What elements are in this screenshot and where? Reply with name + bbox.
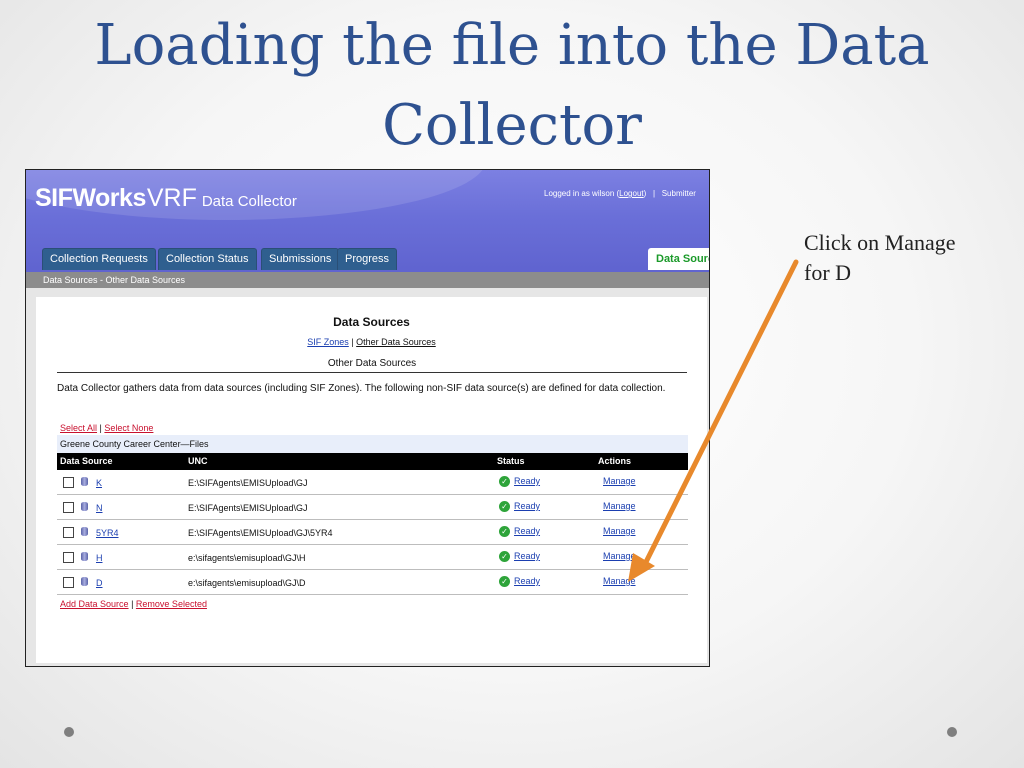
table-row: H e:\sifagents\emisupload\GJ\H ✓ Ready M… bbox=[57, 545, 688, 570]
user-bar: Logged in as wilson (Logout) | Submitter bbox=[544, 189, 696, 198]
app-header: SIFWorksVRF Data Collector Logged in as w… bbox=[26, 170, 709, 274]
database-icon bbox=[81, 552, 88, 561]
user-suffix: ) bbox=[643, 189, 647, 198]
slide-dot-right bbox=[947, 727, 957, 737]
tab-submissions[interactable]: Submissions bbox=[261, 248, 340, 270]
column-unc: UNC bbox=[188, 456, 208, 466]
column-data-source: Data Source bbox=[60, 456, 113, 466]
app-logo: SIFWorksVRF Data Collector bbox=[35, 184, 297, 213]
check-icon: ✓ bbox=[499, 501, 510, 512]
select-links: Select All | Select None bbox=[60, 423, 153, 433]
source-name-link[interactable]: N bbox=[96, 503, 103, 513]
slide-title-line1: Loading the file into the Data bbox=[94, 13, 930, 78]
tab-progress[interactable]: Progress bbox=[337, 248, 398, 270]
slide-title: Loading the file into the Data Collector bbox=[40, 6, 984, 166]
user-bar-separator: | bbox=[652, 189, 656, 198]
check-icon: ✓ bbox=[499, 576, 510, 587]
check-icon: ✓ bbox=[499, 476, 510, 487]
table-row: 5YR4 E:\SIFAgents\EMISUpload\GJ\5YR4 ✓ R… bbox=[57, 520, 688, 545]
page-description: Data Collector gathers data from data so… bbox=[57, 383, 666, 394]
row-checkbox[interactable] bbox=[63, 527, 74, 538]
remove-selected-link[interactable]: Remove Selected bbox=[136, 599, 207, 609]
submitter-link[interactable]: Submitter bbox=[662, 189, 696, 198]
source-name-link[interactable]: D bbox=[96, 578, 103, 588]
breadcrumb-text: Data Sources - Other Data Sources bbox=[43, 275, 186, 285]
select-none-link[interactable]: Select None bbox=[104, 423, 153, 433]
status-link[interactable]: Ready bbox=[514, 576, 540, 586]
database-icon bbox=[81, 577, 88, 586]
source-name-link[interactable]: H bbox=[96, 553, 103, 563]
database-icon bbox=[81, 477, 88, 486]
footer-separator: | bbox=[131, 599, 134, 609]
section-subtitle: Other Data Sources bbox=[57, 358, 687, 373]
database-icon bbox=[81, 502, 88, 511]
breadcrumb: Data Sources - Other Data Sources bbox=[26, 272, 709, 288]
table-row: D e:\sifagents\emisupload\GJ\D ✓ Ready M… bbox=[57, 570, 688, 595]
tab-collection-requests[interactable]: Collection Requests bbox=[42, 248, 156, 270]
row-checkbox[interactable] bbox=[63, 477, 74, 488]
links-separator: | bbox=[351, 337, 354, 347]
status-link[interactable]: Ready bbox=[514, 501, 540, 511]
logo-suffix: VRF bbox=[146, 184, 197, 212]
callout-line1: Click on Manage bbox=[804, 230, 956, 255]
table-row: K E:\SIFAgents\EMISUpload\GJ ✓ Ready Man… bbox=[57, 470, 688, 495]
main-content: Data Sources SIF Zones | Other Data Sour… bbox=[36, 297, 707, 663]
add-data-source-link[interactable]: Add Data Source bbox=[60, 599, 129, 609]
group-header: Greene County Career Center—Files bbox=[57, 435, 688, 453]
app-screenshot: SIFWorksVRF Data Collector Logged in as w… bbox=[25, 169, 710, 667]
callout-line2: for D bbox=[804, 260, 852, 285]
column-status: Status bbox=[497, 456, 525, 466]
tab-collection-status[interactable]: Collection Status bbox=[158, 248, 257, 270]
logo-brand: SIFWorks bbox=[35, 184, 146, 212]
source-unc: E:\SIFAgents\EMISUpload\GJ\5YR4 bbox=[188, 528, 333, 538]
row-checkbox[interactable] bbox=[63, 502, 74, 513]
status-link[interactable]: Ready bbox=[514, 551, 540, 561]
select-all-link[interactable]: Select All bbox=[60, 423, 97, 433]
manage-link[interactable]: Manage bbox=[603, 476, 636, 486]
status-link[interactable]: Ready bbox=[514, 526, 540, 536]
manage-link[interactable]: Manage bbox=[603, 551, 636, 561]
page-title: Data Sources bbox=[333, 315, 410, 329]
table-actions: Add Data Source | Remove Selected bbox=[60, 599, 207, 609]
source-unc: e:\sifagents\emisupload\GJ\D bbox=[188, 578, 306, 588]
logout-link[interactable]: Logout bbox=[619, 189, 643, 198]
tab-data-sources[interactable]: Data Sources bbox=[648, 248, 709, 270]
row-checkbox[interactable] bbox=[63, 577, 74, 588]
source-name-link[interactable]: K bbox=[96, 478, 102, 488]
slide-dot-left bbox=[64, 727, 74, 737]
table-header: Data Source UNC Status Actions bbox=[57, 453, 688, 470]
logo-app-name: Data Collector bbox=[201, 193, 297, 210]
user-prefix: Logged in as wilson ( bbox=[544, 189, 620, 198]
other-data-sources-link[interactable]: Other Data Sources bbox=[356, 337, 436, 347]
source-unc: e:\sifagents\emisupload\GJ\H bbox=[188, 553, 306, 563]
row-checkbox[interactable] bbox=[63, 552, 74, 563]
database-icon bbox=[81, 527, 88, 536]
slide-title-line2: Collector bbox=[382, 93, 642, 158]
table-row: N E:\SIFAgents\EMISUpload\GJ ✓ Ready Man… bbox=[57, 495, 688, 520]
source-unc: E:\SIFAgents\EMISUpload\GJ bbox=[188, 503, 308, 513]
sif-zones-link[interactable]: SIF Zones bbox=[307, 337, 349, 347]
column-actions: Actions bbox=[598, 456, 632, 466]
source-type-links: SIF Zones | Other Data Sources bbox=[36, 337, 707, 347]
check-icon: ✓ bbox=[499, 526, 510, 537]
status-link[interactable]: Ready bbox=[514, 476, 540, 486]
source-name-link[interactable]: 5YR4 bbox=[96, 528, 119, 538]
manage-link[interactable]: Manage bbox=[603, 576, 636, 586]
source-unc: E:\SIFAgents\EMISUpload\GJ bbox=[188, 478, 308, 488]
manage-link[interactable]: Manage bbox=[603, 501, 636, 511]
callout-text: Click on Manage for D bbox=[804, 228, 1004, 288]
select-separator: | bbox=[99, 423, 102, 433]
manage-link[interactable]: Manage bbox=[603, 526, 636, 536]
check-icon: ✓ bbox=[499, 551, 510, 562]
